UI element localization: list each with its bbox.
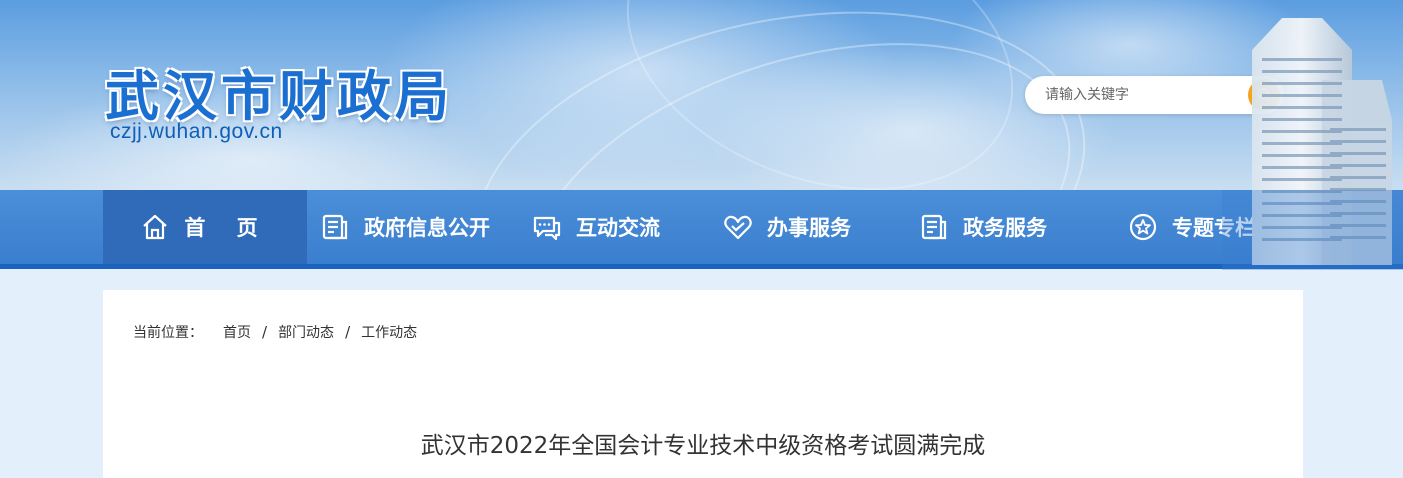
article-title: 武汉市2022年全国会计专业技术中级资格考试圆满完成 bbox=[420, 433, 986, 459]
breadcrumb-link-home[interactable]: 首页 bbox=[223, 322, 251, 342]
nav-item-gov-services[interactable]: 政务服务 bbox=[885, 190, 1081, 264]
document-icon bbox=[919, 212, 949, 242]
breadcrumb-link-dept-news[interactable]: 部门动态 bbox=[278, 322, 334, 342]
nav-item-home[interactable]: 首 页 bbox=[103, 190, 307, 264]
header-banner: 武汉市财政局 czjj.wuhan.gov.cn bbox=[0, 0, 1403, 190]
nav-item-label: 办事服务 bbox=[767, 216, 851, 240]
nav-item-interaction[interactable]: 互动交流 bbox=[503, 190, 689, 264]
main-nav: 首 页 政府信息公开 互动交流 办事服务 政务服务 专题专栏 bbox=[0, 190, 1403, 269]
building-illustration bbox=[1222, 18, 1403, 270]
breadcrumb-separator: / bbox=[345, 323, 351, 341]
nav-item-label: 首 页 bbox=[184, 216, 270, 240]
content-panel: 当前位置： 首页 / 部门动态 / 工作动态 武汉市2022年全国会计专业技术中… bbox=[103, 290, 1303, 478]
site-url: czjj.wuhan.gov.cn bbox=[110, 120, 283, 143]
star-icon bbox=[1128, 212, 1158, 242]
breadcrumb-link-work-news[interactable]: 工作动态 bbox=[361, 322, 417, 342]
document-icon bbox=[320, 212, 350, 242]
breadcrumb-separator: / bbox=[262, 323, 268, 341]
nav-item-gov-info[interactable]: 政府信息公开 bbox=[307, 190, 503, 264]
breadcrumb: 当前位置： 首页 / 部门动态 / 工作动态 bbox=[133, 322, 417, 342]
nav-item-label: 互动交流 bbox=[576, 216, 660, 240]
chat-icon bbox=[532, 212, 562, 242]
nav-item-services[interactable]: 办事服务 bbox=[689, 190, 885, 264]
nav-item-label: 政府信息公开 bbox=[364, 216, 490, 240]
heart-icon bbox=[723, 212, 753, 242]
nav-item-label: 政务服务 bbox=[963, 216, 1047, 240]
home-icon bbox=[140, 212, 170, 242]
search-input[interactable] bbox=[1045, 85, 1245, 105]
breadcrumb-prefix: 当前位置： bbox=[133, 325, 203, 341]
